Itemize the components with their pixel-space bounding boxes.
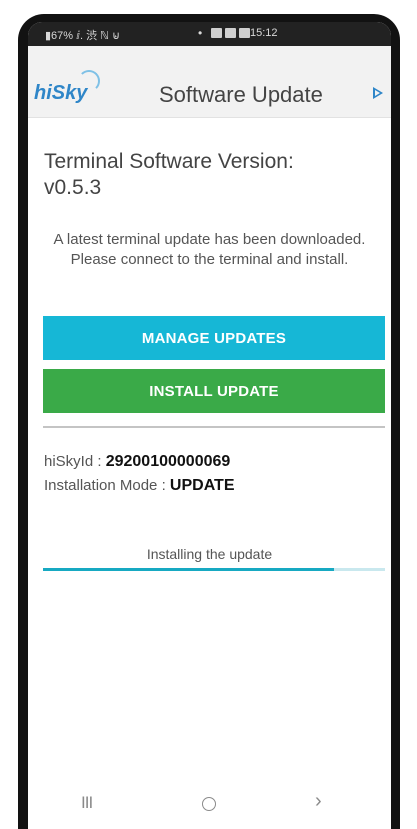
app-bar: hiSky Software Update	[28, 46, 391, 118]
divider	[43, 426, 385, 428]
hisky-id-label: hiSkyId :	[44, 453, 106, 470]
message-icon	[225, 28, 236, 38]
phone-screen: ▮67% ⅈ. 渋 ℕ ⊌ • 15:12 hiSky Software Upd…	[28, 22, 391, 829]
installation-mode-label: Installation Mode :	[44, 477, 170, 494]
notification-icon	[211, 28, 222, 38]
home-circle-icon[interactable]	[202, 797, 216, 811]
update-info-message: A latest terminal update has been downlo…	[53, 231, 366, 268]
photo-frame: ▮67% ⅈ. 渋 ℕ ⊌ • 15:12 hiSky Software Upd…	[0, 0, 417, 829]
hisky-logo: hiSky	[34, 68, 104, 108]
installation-mode-value: UPDATE	[169, 477, 235, 494]
image-icon	[239, 28, 250, 38]
manage-updates-button[interactable]: MANAGE UPDATES	[43, 316, 385, 360]
installation-mode-row: Installation Mode : UPDATE	[44, 477, 235, 495]
version-value: v0.5.3	[44, 176, 102, 199]
progress-bar	[43, 568, 385, 571]
status-left-icons: ▮67% ⅈ. 渋 ℕ ⊌	[45, 30, 121, 42]
notification-icons	[211, 28, 250, 38]
recent-apps-button[interactable]: III	[81, 793, 93, 813]
page-title: Software Update	[159, 82, 323, 107]
progress-fill	[43, 568, 334, 571]
install-update-button[interactable]: INSTALL UPDATE	[43, 369, 385, 413]
back-button[interactable]: ›	[315, 790, 322, 813]
version-label: Terminal Software Version:	[44, 150, 294, 173]
progress-label: Installing the update	[146, 546, 273, 562]
hisky-id-row: hiSkyId : 29200100000069	[44, 453, 230, 471]
status-time: 15:12	[250, 27, 278, 39]
android-nav-bar: III ›	[28, 777, 391, 829]
hisky-id-value: 29200100000069	[105, 453, 231, 470]
status-bar: ▮67% ⅈ. 渋 ℕ ⊌ • 15:12	[28, 22, 391, 46]
status-dot: •	[198, 26, 203, 40]
play-arrow-icon[interactable]	[373, 87, 383, 99]
logo-arc-icon	[78, 70, 100, 92]
